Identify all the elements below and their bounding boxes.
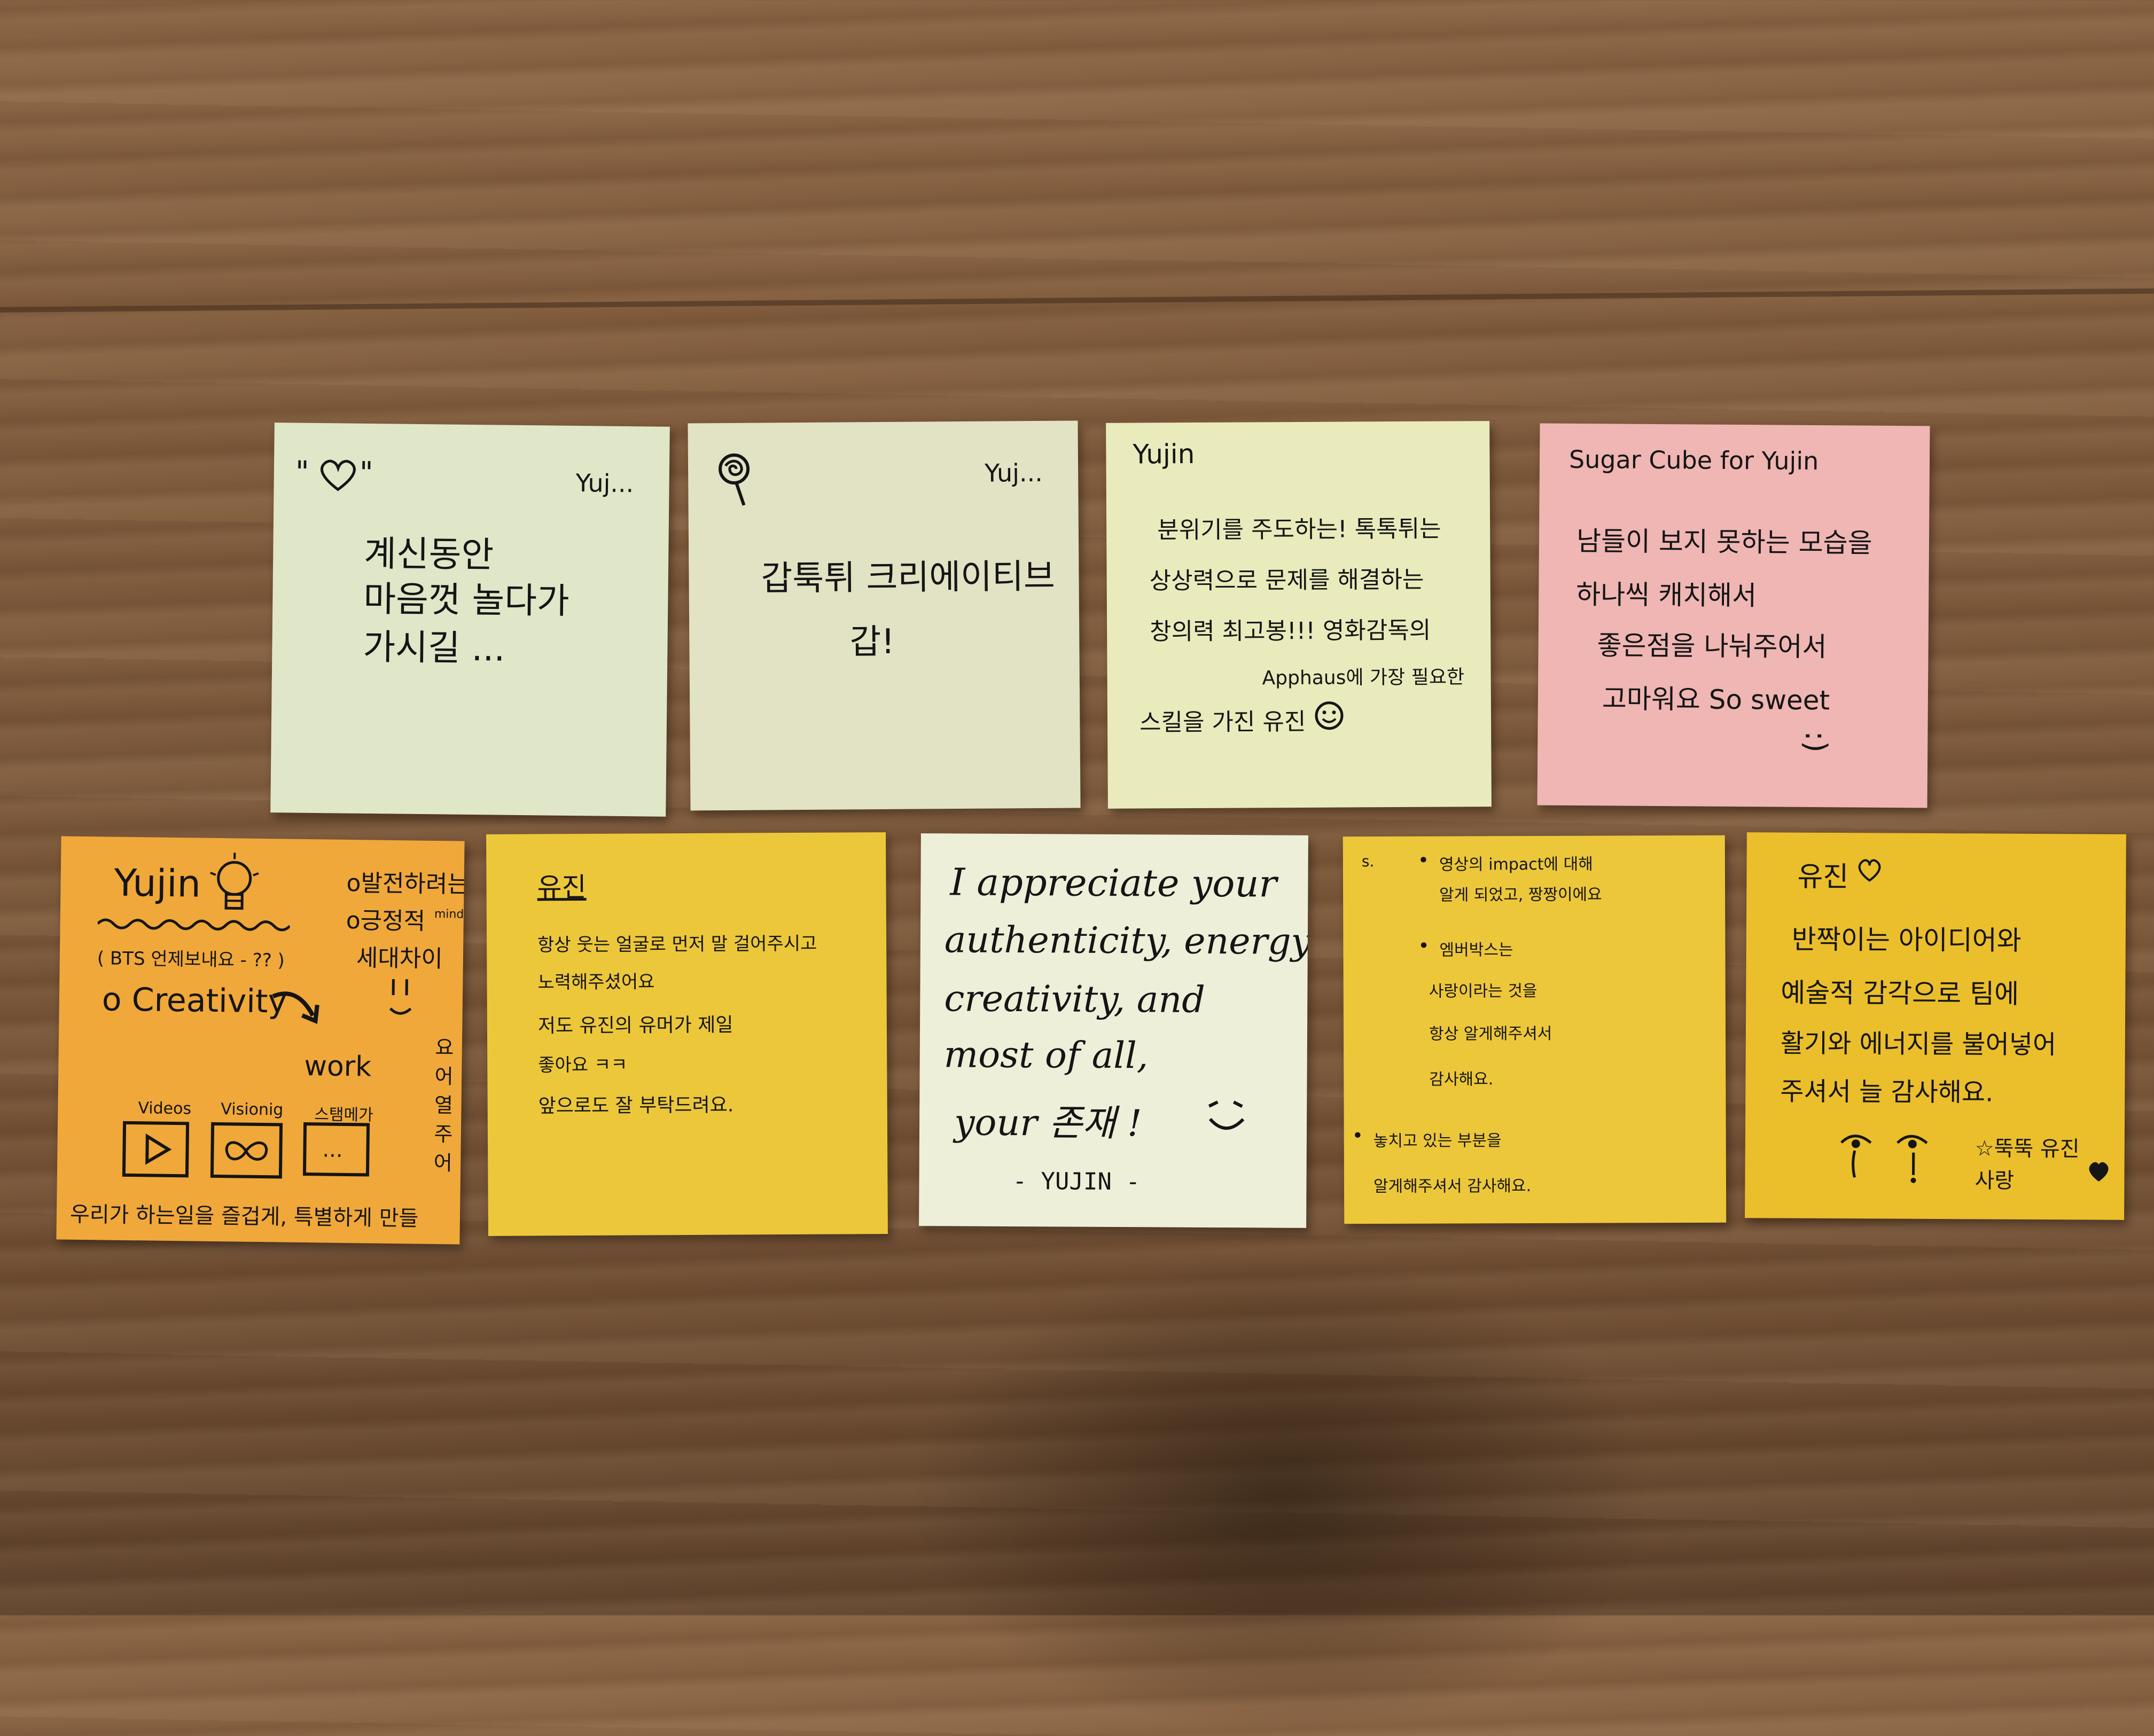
lightbulb-icon [205, 851, 264, 921]
note-line: your 존재 ! [954, 1092, 1142, 1146]
note-header-left: 유진 [1797, 854, 1848, 895]
note-line: creativity, and [944, 978, 1205, 1021]
note-line: 사랑이라는 것을 [1429, 978, 1538, 1002]
note-line: 반짝이는 아이디어와 [1792, 918, 2022, 958]
sticky-note-1: " " Yuj... 계신동안 마음껏 놀다가 가시길 ... [270, 423, 670, 817]
signature: - YUJIN - [1012, 1168, 1140, 1195]
quote-close: " [360, 456, 373, 490]
plank-seam [0, 288, 2154, 312]
note-right-line: 세대차이 [356, 939, 443, 974]
sticky-note-3: Yujin 분위기를 주도하는! 톡톡튀는 상상력으로 문제를 해결하는 창의력… [1106, 421, 1492, 809]
note-line: 상상력으로 문제를 해결하는 [1149, 560, 1424, 596]
note-line: 주셔서 늘 감사해요. [1780, 1070, 1993, 1108]
smiley-icon [1203, 1091, 1251, 1139]
note-line: 고마워요 So sweet [1602, 677, 1830, 717]
bullet-dot: • [1352, 1125, 1363, 1147]
bullet-dot: • [1418, 935, 1429, 957]
note-header-left: Sugar Cube for Yujin [1569, 445, 1819, 475]
note-line: 앞으로도 잘 부탁드려요. [538, 1090, 734, 1119]
note-work: work [304, 1050, 372, 1083]
box-label: 스탬메가 [314, 1101, 373, 1125]
note-line: 스킬을 가진 유진 [1140, 702, 1306, 738]
note-right-line: o발전하려는 [346, 864, 464, 900]
lollipop-icon [715, 450, 758, 509]
butterfly-icon [209, 1121, 285, 1181]
note-line: 감사해요. [1429, 1066, 1493, 1089]
shadow [908, 1255, 1656, 1736]
box-label: Videos [138, 1099, 191, 1118]
note-line: 하나씩 캐치해서 [1576, 573, 1757, 613]
surprised-face-icon [385, 976, 417, 1025]
note-header-right: Yuj... [575, 468, 634, 498]
sticky-note-6: 유진 항상 웃는 얼굴로 먼저 말 걸어주시고 노력해주셨어요 저도 유진의 유… [486, 832, 888, 1236]
wave-underline-icon [97, 916, 290, 934]
note-line: 저도 유진의 유머가 제일 [538, 1010, 733, 1038]
note-header-left: Yujin [1133, 439, 1195, 470]
note-line: 가시길 ... [363, 619, 505, 671]
note-line: 항상 웃는 얼굴로 먼저 말 걸어주시고 [537, 929, 817, 957]
note-line: 알게 되었고, 짱짱이에요 [1439, 881, 1602, 905]
note-header-left: 유진 [537, 866, 586, 904]
note-line: 창의력 최고봉!!! 영화감독의 [1150, 611, 1431, 647]
quote-open: " [295, 455, 309, 490]
note-line: 남들이 보지 못하는 모습을 [1577, 520, 1872, 560]
signoff: ☆뚝뚝 유진사랑 [1974, 1132, 2087, 1197]
sticky-note-4: Sugar Cube for Yujin 남들이 보지 못하는 모습을 하나씩 … [1538, 423, 1930, 808]
note-line: I appreciate your [950, 860, 1277, 905]
note-line: 항상 알게해주셔서 [1429, 1020, 1552, 1044]
smiley-icon [1313, 700, 1345, 732]
note-line: 놓치고 있는 부분을 [1373, 1127, 1502, 1151]
note-creativity: o Creativity [102, 981, 287, 1020]
arrow-icon [270, 986, 324, 1029]
box-label: Visionig [221, 1100, 283, 1119]
note-right-small: mind [434, 908, 464, 921]
note-line: 마음껏 놀다가 [363, 570, 569, 624]
note-line: 갑! [849, 614, 895, 664]
smile-text: :) [1798, 731, 1833, 753]
note-line: 활기와 에너지를 불어넣어 [1781, 1022, 2057, 1061]
box-text: ... [322, 1137, 343, 1162]
note-line: 알게해주셔서 감사해요. [1373, 1172, 1531, 1197]
heart-icon [2087, 1160, 2110, 1183]
note-subtitle: ( BTS 언제보내요 - ?? ) [97, 943, 285, 972]
sticky-note-9: 유진 반짝이는 아이디어와 예술적 감각으로 팀에 활기와 에너지를 불어넣어 … [1745, 832, 2126, 1220]
note-line: 좋은점을 나눠주어서 [1597, 624, 1827, 664]
heart-icon [316, 456, 360, 494]
note-header-left: Yujin [114, 861, 201, 906]
bullet-dot: • [1418, 850, 1429, 872]
note-line: 엠버박스는 [1439, 936, 1513, 960]
box-icon: ... [303, 1122, 370, 1177]
play-icon [121, 1120, 191, 1180]
sticky-note-2: Yuj... 갑툭튀 크리에이티브 갑! [688, 420, 1080, 810]
note-line: most of all, [944, 1034, 1149, 1077]
note-line: 계신동안 [364, 525, 494, 578]
sticky-note-5: Yujin ( BTS 언제보내요 - ?? ) o발전하려는 o긍정적 min… [56, 836, 464, 1244]
note-line: 예술적 감각으로 팀에 [1781, 971, 2019, 1011]
note-header-right: Yuj... [985, 458, 1043, 488]
note-corner: s. [1362, 853, 1375, 870]
crying-eyes-icon [1838, 1127, 1940, 1186]
note-right-line: o긍정적 [346, 901, 425, 936]
note-line: authenticity, energy, [945, 919, 1308, 963]
vertical-text: 요어열주어 [431, 1033, 456, 1178]
note-line: 갑툭튀 크리에이티브 [761, 549, 1055, 600]
heart-icon [1856, 857, 1883, 883]
note-line: 노력해주셨어요 [537, 967, 654, 994]
note-line: 영상의 impact에 대해 [1439, 851, 1593, 875]
note-line: 좋아요 ㅋㅋ [538, 1050, 627, 1077]
note-line: 분위기를 주도하는! 톡톡튀는 [1157, 510, 1441, 545]
sticky-note-8: s. • 영상의 impact에 대해 알게 되었고, 짱짱이에요 • 엠버박스… [1343, 835, 1727, 1224]
sticky-note-7: I appreciate your authenticity, energy, … [919, 833, 1308, 1228]
note-line: Apphaus에 가장 필요한 [1262, 661, 1464, 690]
note-bottom-line: 우리가 하는일을 즐겁게, 특별하게 만들 [70, 1197, 419, 1232]
